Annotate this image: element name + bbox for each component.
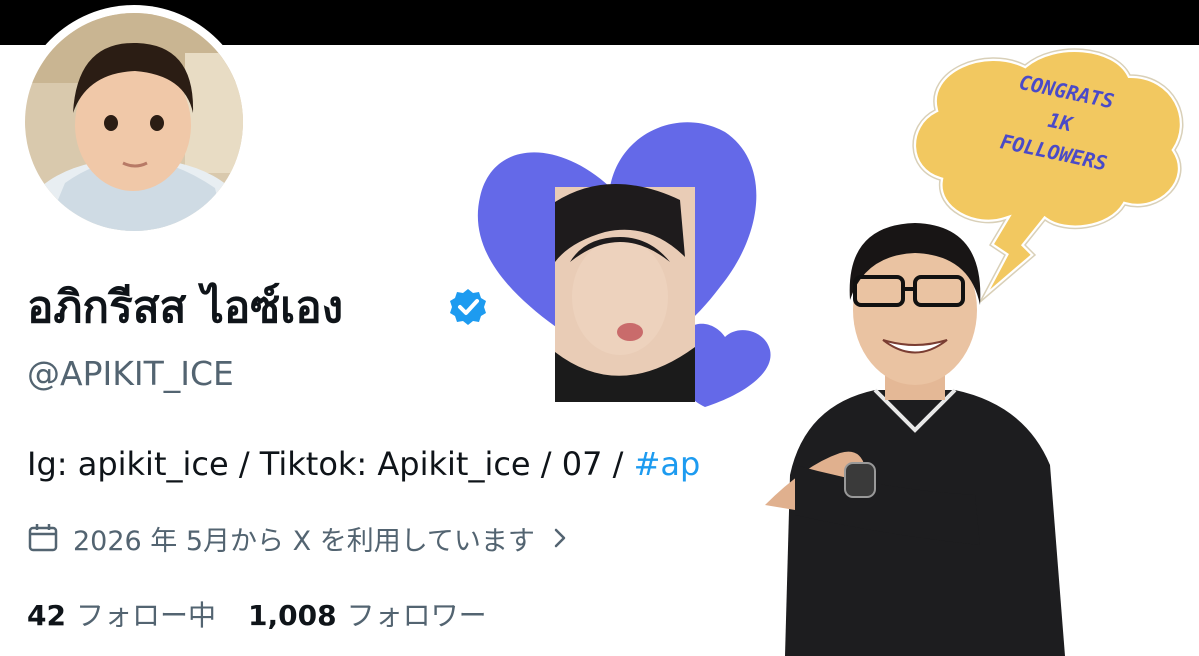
bio-hashtag-link[interactable]: #ap: [634, 445, 701, 483]
following-count: 42: [27, 599, 66, 632]
join-date-text: 2026 年 5月から X を利用しています: [73, 525, 535, 557]
chevron-right-icon: [554, 528, 566, 548]
follow-stats: 42 フォロー中 1,008 フォロワー: [27, 592, 487, 636]
calendar-icon: [28, 524, 58, 552]
person-cutout: [765, 223, 1065, 656]
profile-bio: Ig: apikit_ice / Tiktok: Apikit_ice / 07…: [27, 442, 807, 486]
following-label: フォロー中: [75, 599, 216, 632]
following-link[interactable]: 42 フォロー中: [27, 594, 216, 634]
followers-count: 1,008: [247, 599, 337, 632]
followers-label: フォロワー: [346, 599, 487, 632]
followers-link[interactable]: 1,008 フォロワー: [248, 594, 487, 634]
display-name: อภิกรีสส ไอซ์เอง: [27, 282, 344, 333]
heart-sticker: [477, 122, 771, 407]
join-date-row[interactable]: 2026 年 5月から X を利用しています: [27, 518, 571, 558]
profile-handle: @APIKIT_ICE: [27, 354, 234, 393]
avatar[interactable]: [25, 13, 243, 231]
bio-text: Ig: apikit_ice / Tiktok: Apikit_ice / 07…: [27, 445, 634, 483]
